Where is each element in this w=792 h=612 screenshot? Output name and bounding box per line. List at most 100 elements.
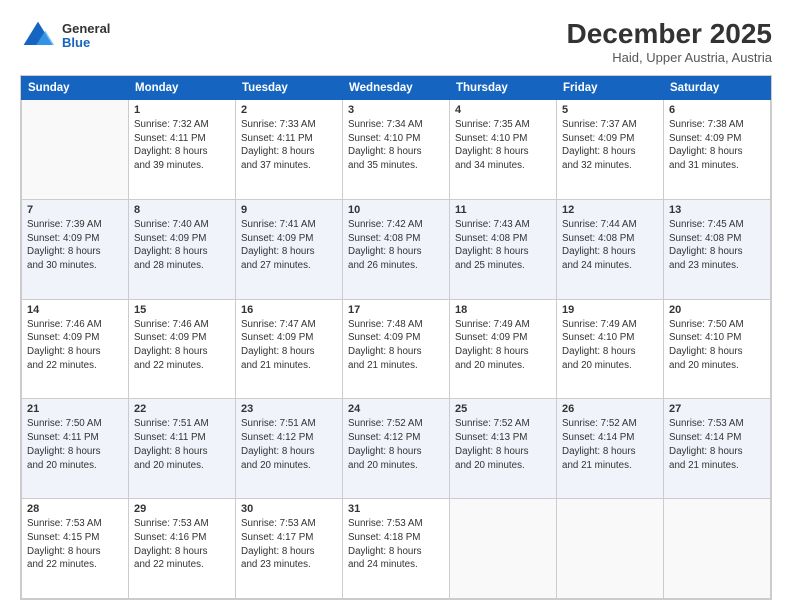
day-number: 21 [27,403,123,415]
day-detail: Sunrise: 7:53 AM Sunset: 4:18 PM Dayligh… [348,517,444,572]
day-detail: Sunrise: 7:46 AM Sunset: 4:09 PM Dayligh… [134,318,230,373]
day-detail: Sunrise: 7:50 AM Sunset: 4:10 PM Dayligh… [669,318,765,373]
subtitle: Haid, Upper Austria, Austria [567,50,772,65]
calendar-cell: 23Sunrise: 7:51 AM Sunset: 4:12 PM Dayli… [236,399,343,499]
calendar-cell: 31Sunrise: 7:53 AM Sunset: 4:18 PM Dayli… [343,499,450,599]
day-number: 20 [669,304,765,316]
calendar-cell: 13Sunrise: 7:45 AM Sunset: 4:08 PM Dayli… [664,199,771,299]
calendar-cell: 22 Sunrise: 7:51 AM Sunset: 4:11 PM Dayli… [129,399,236,499]
header-row: SundayMondayTuesdayWednesdayThursdayFrid… [22,77,771,100]
day-number: 4 [455,104,551,116]
day-detail: Sunrise: 7:53 AM Sunset: 4:14 PM Dayligh… [669,417,765,472]
calendar-cell: 7 Sunrise: 7:39 AM Sunset: 4:09 PM Daylig… [22,199,129,299]
day-detail: Sunrise: 7:40 AM Sunset: 4:09 PM Dayligh… [134,218,230,273]
day-number: 10 [348,204,444,216]
day-number: 24 [348,403,444,415]
day-number: 6 [669,104,765,116]
calendar-cell: 4 Sunrise: 7:35 AM Sunset: 4:10 PM Daylig… [450,100,557,200]
day-detail: Sunrise: 7:44 AM Sunset: 4:08 PM Dayligh… [562,218,658,273]
day-number: 26 [562,403,658,415]
day-number: 9 [241,204,337,216]
day-detail: Sunrise: 7:38 AM Sunset: 4:09 PM Dayligh… [669,118,765,173]
day-detail: Sunrise: 7:39 AM Sunset: 4:09 PM Dayligh… [27,218,123,273]
day-number: 19 [562,304,658,316]
header-day-saturday: Saturday [664,77,771,100]
day-detail: Sunrise: 7:47 AM Sunset: 4:09 PM Dayligh… [241,318,337,373]
day-number: 1 [134,104,230,116]
header: General Blue December 2025 Haid, Upper A… [20,18,772,65]
day-detail: Sunrise: 7:52 AM Sunset: 4:12 PM Dayligh… [348,417,444,472]
calendar-cell: 6 Sunrise: 7:38 AM Sunset: 4:09 PM Daylig… [664,100,771,200]
calendar-cell [664,499,771,599]
calendar-cell: 19 Sunrise: 7:49 AM Sunset: 4:10 PM Dayli… [557,299,664,399]
day-detail: Sunrise: 7:53 AM Sunset: 4:16 PM Dayligh… [134,517,230,572]
day-detail: Sunrise: 7:35 AM Sunset: 4:10 PM Dayligh… [455,118,551,173]
calendar-cell: 25 Sunrise: 7:52 AM Sunset: 4:13 PM Dayli… [450,399,557,499]
day-number: 15 [134,304,230,316]
calendar-cell: 10Sunrise: 7:42 AM Sunset: 4:08 PM Dayli… [343,199,450,299]
calendar-cell: 18 Sunrise: 7:49 AM Sunset: 4:09 PM Dayli… [450,299,557,399]
calendar-week-2: 14 Sunrise: 7:46 AM Sunset: 4:09 PM Dayli… [22,299,771,399]
day-number: 28 [27,503,123,515]
calendar-cell: 16 Sunrise: 7:47 AM Sunset: 4:09 PM Dayli… [236,299,343,399]
calendar-cell [22,100,129,200]
day-detail: Sunrise: 7:49 AM Sunset: 4:10 PM Dayligh… [562,318,658,373]
day-number: 16 [241,304,337,316]
calendar-cell: 11 Sunrise: 7:43 AM Sunset: 4:08 PM Dayli… [450,199,557,299]
calendar-cell: 3Sunrise: 7:34 AM Sunset: 4:10 PM Daylig… [343,100,450,200]
day-number: 13 [669,204,765,216]
day-detail: Sunrise: 7:53 AM Sunset: 4:17 PM Dayligh… [241,517,337,572]
day-number: 17 [348,304,444,316]
calendar-week-1: 7 Sunrise: 7:39 AM Sunset: 4:09 PM Daylig… [22,199,771,299]
calendar-cell: 21 Sunrise: 7:50 AM Sunset: 4:11 PM Dayli… [22,399,129,499]
day-number: 27 [669,403,765,415]
day-number: 22 [134,403,230,415]
day-detail: Sunrise: 7:49 AM Sunset: 4:09 PM Dayligh… [455,318,551,373]
day-detail: Sunrise: 7:51 AM Sunset: 4:11 PM Dayligh… [134,417,230,472]
calendar-cell: 30 Sunrise: 7:53 AM Sunset: 4:17 PM Dayli… [236,499,343,599]
day-detail: Sunrise: 7:46 AM Sunset: 4:09 PM Dayligh… [27,318,123,373]
page: General Blue December 2025 Haid, Upper A… [0,0,792,612]
day-number: 8 [134,204,230,216]
calendar-cell: 12Sunrise: 7:44 AM Sunset: 4:08 PM Dayli… [557,199,664,299]
calendar-cell: 2Sunrise: 7:33 AM Sunset: 4:11 PM Daylig… [236,100,343,200]
day-detail: Sunrise: 7:51 AM Sunset: 4:12 PM Dayligh… [241,417,337,472]
day-number: 7 [27,204,123,216]
calendar-cell: 9Sunrise: 7:41 AM Sunset: 4:09 PM Daylig… [236,199,343,299]
logo: General Blue [20,18,110,54]
calendar-week-4: 28Sunrise: 7:53 AM Sunset: 4:15 PM Dayli… [22,499,771,599]
calendar-table: SundayMondayTuesdayWednesdayThursdayFrid… [21,76,771,599]
day-detail: Sunrise: 7:32 AM Sunset: 4:11 PM Dayligh… [134,118,230,173]
calendar-cell: 17Sunrise: 7:48 AM Sunset: 4:09 PM Dayli… [343,299,450,399]
calendar-cell: 20 Sunrise: 7:50 AM Sunset: 4:10 PM Dayli… [664,299,771,399]
day-number: 30 [241,503,337,515]
day-number: 29 [134,503,230,515]
day-number: 14 [27,304,123,316]
day-detail: Sunrise: 7:52 AM Sunset: 4:13 PM Dayligh… [455,417,551,472]
calendar-cell: 1 Sunrise: 7:32 AM Sunset: 4:11 PM Daylig… [129,100,236,200]
calendar-body: 1 Sunrise: 7:32 AM Sunset: 4:11 PM Daylig… [22,100,771,599]
logo-text: General Blue [62,22,110,51]
calendar-cell: 5Sunrise: 7:37 AM Sunset: 4:09 PM Daylig… [557,100,664,200]
day-detail: Sunrise: 7:50 AM Sunset: 4:11 PM Dayligh… [27,417,123,472]
day-number: 25 [455,403,551,415]
calendar-cell: 27 Sunrise: 7:53 AM Sunset: 4:14 PM Dayli… [664,399,771,499]
logo-general: General [62,22,110,36]
calendar: SundayMondayTuesdayWednesdayThursdayFrid… [20,75,772,600]
calendar-cell: 26 Sunrise: 7:52 AM Sunset: 4:14 PM Dayli… [557,399,664,499]
day-number: 5 [562,104,658,116]
title-block: December 2025 Haid, Upper Austria, Austr… [567,18,772,65]
header-day-sunday: Sunday [22,77,129,100]
main-title: December 2025 [567,18,772,50]
day-number: 18 [455,304,551,316]
day-detail: Sunrise: 7:43 AM Sunset: 4:08 PM Dayligh… [455,218,551,273]
calendar-cell: 29 Sunrise: 7:53 AM Sunset: 4:16 PM Dayli… [129,499,236,599]
logo-blue: Blue [62,36,110,50]
calendar-header: SundayMondayTuesdayWednesdayThursdayFrid… [22,77,771,100]
header-day-friday: Friday [557,77,664,100]
day-number: 3 [348,104,444,116]
day-detail: Sunrise: 7:33 AM Sunset: 4:11 PM Dayligh… [241,118,337,173]
day-number: 11 [455,204,551,216]
day-detail: Sunrise: 7:52 AM Sunset: 4:14 PM Dayligh… [562,417,658,472]
header-day-thursday: Thursday [450,77,557,100]
